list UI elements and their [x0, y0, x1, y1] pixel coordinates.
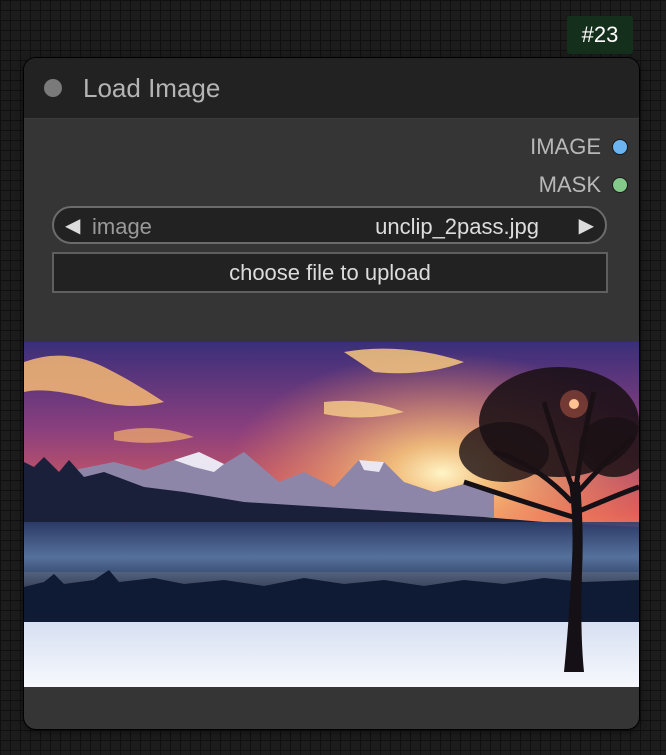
output-label-image: IMAGE — [530, 134, 601, 159]
load-image-node[interactable]: Load Image IMAGE MASK ◀ image unclip_2pa… — [24, 58, 639, 729]
landscape-preview-image — [24, 342, 639, 687]
node-title: Load Image — [83, 72, 221, 103]
combo-name-label: image — [92, 214, 152, 239]
node-title-bar[interactable]: Load Image — [24, 58, 639, 119]
image-preview — [24, 342, 639, 687]
combo-value[interactable]: unclip_2pass.jpg — [375, 214, 539, 240]
image-combo-widget[interactable]: ◀ image unclip_2pass.jpg ▶ — [52, 206, 607, 244]
next-arrow-icon[interactable]: ▶ — [579, 213, 594, 238]
prev-arrow-icon[interactable]: ◀ — [65, 213, 80, 238]
output-slot-image-icon[interactable] — [612, 139, 628, 155]
output-slot-mask-icon[interactable] — [612, 177, 628, 193]
output-image[interactable]: IMAGE — [530, 134, 628, 160]
output-mask[interactable]: MASK — [539, 172, 628, 198]
output-label-mask: MASK — [538, 172, 601, 197]
node-id-badge: #23 — [567, 16, 633, 54]
collapse-toggle-icon[interactable] — [44, 79, 62, 97]
upload-button[interactable]: choose file to upload — [52, 252, 608, 293]
